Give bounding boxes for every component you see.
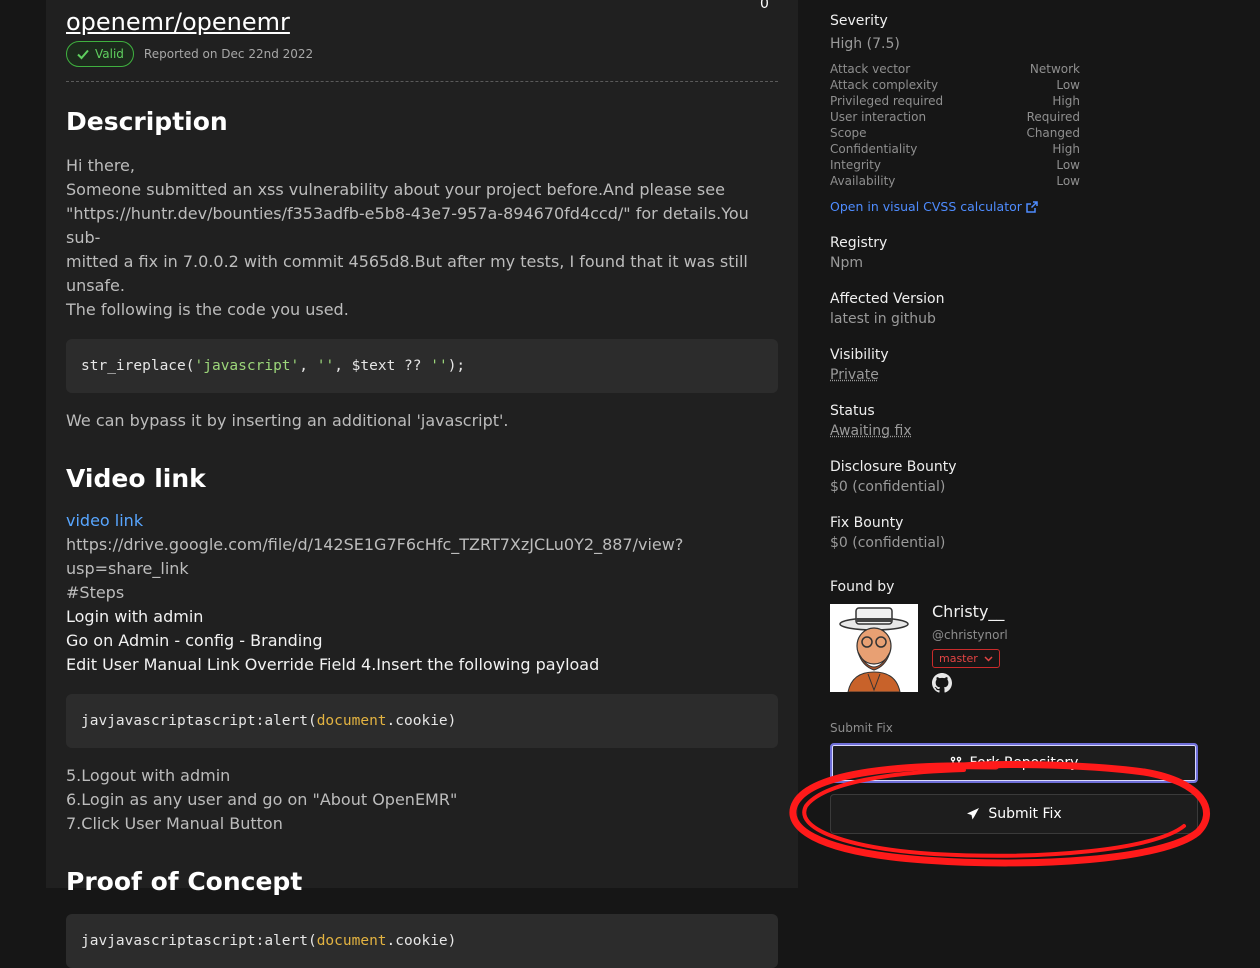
report-main-panel: openemr/openemr 0 Valid Reported on Dec …: [46, 0, 798, 968]
step-item: 6.Login as any user and go on "About Ope…: [66, 790, 458, 809]
version-label: Affected Version: [830, 291, 945, 307]
step-item: Edit User Manual Link Override Field 4.I…: [66, 655, 600, 674]
finder-name[interactable]: Christy__: [932, 602, 1004, 621]
bypass-text: We can bypass it by inserting an additio…: [66, 411, 509, 430]
description-line: "https://huntr.dev/bounties/f353adfb-e5b…: [66, 204, 749, 247]
poc-code-block: javjavascriptascript:alert(document .cook…: [66, 914, 778, 968]
step-item: Login with admin: [66, 607, 204, 626]
description-heading: Description: [66, 107, 228, 136]
cvss-metrics: Attack vector Network Attack complexity Lo…: [830, 61, 1080, 189]
disclosure-bounty-label: Disclosure Bounty: [830, 459, 957, 475]
repo-link[interactable]: openemr/openemr: [66, 6, 290, 38]
step-item: Go on Admin - config - Branding: [66, 631, 323, 650]
video-link[interactable]: video link: [66, 511, 143, 530]
registry-label: Registry: [830, 235, 888, 251]
divider: [66, 81, 778, 82]
status-label: Status: [830, 403, 875, 419]
cvss-calculator-link[interactable]: Open in visual CVSS calculator: [830, 199, 1038, 214]
report-body: Description Hi there, Someone submitted …: [66, 104, 778, 968]
visibility-value[interactable]: Private: [830, 365, 889, 385]
metric-row: Attack complexity Low: [830, 78, 1080, 92]
status-row: Valid Reported on Dec 22nd 2022: [66, 41, 313, 67]
check-icon: [77, 49, 89, 60]
reported-date: Reported on Dec 22nd 2022: [143, 47, 314, 61]
steps-label: #Steps: [66, 583, 125, 602]
status-value[interactable]: Awaiting fix: [830, 421, 912, 441]
description-line: Someone submitted an xss vulnerability a…: [66, 180, 725, 199]
poc-heading: Proof of Concept: [66, 867, 303, 896]
metric-row: User interaction Required: [830, 110, 1080, 124]
chevron-down-icon: [984, 655, 993, 662]
external-link-icon: [1026, 200, 1038, 213]
valid-badge-label: Valid: [95, 47, 124, 61]
step-item: 7.Click User Manual Button: [66, 814, 283, 833]
severity-label: Severity: [830, 13, 888, 29]
metric-row: Privileged required High: [830, 94, 1080, 108]
code-block: str_ireplace('javascript', '', $text ?? …: [66, 339, 778, 393]
description-greeting: Hi there,: [66, 156, 135, 175]
description-line: mitted a fix in 7.0.0.2 with commit 4565…: [66, 252, 748, 295]
avatar[interactable]: [830, 604, 918, 692]
fix-bounty-value: $0 (confidential): [830, 535, 946, 551]
step-item: 5.Logout with admin: [66, 766, 231, 785]
metric-row: Integrity Low: [830, 158, 1080, 172]
corner-count: 0: [760, 0, 769, 12]
finder-rank-badge[interactable]: master: [932, 649, 1000, 668]
disclosure-bounty-value: $0 (confidential): [830, 479, 946, 495]
visibility-label: Visibility: [830, 347, 889, 363]
github-icon[interactable]: [932, 673, 952, 693]
metric-row: Availability Low: [830, 174, 1080, 188]
video-heading: Video link: [66, 464, 206, 493]
registry-value: Npm: [830, 255, 863, 271]
red-annotation-circle: [789, 761, 1210, 867]
submit-section-label: Submit Fix: [830, 721, 893, 735]
version-value: latest in github: [830, 311, 936, 327]
valid-badge: Valid: [66, 41, 134, 67]
finder-handle: @christynorl: [932, 628, 1008, 642]
payload-code-block: javjavascriptascript:alert(document .cook…: [66, 694, 778, 748]
severity-value: High (7.5): [830, 36, 900, 52]
metric-row: Attack vector Network: [830, 62, 1080, 76]
fix-bounty-label: Fix Bounty: [830, 515, 904, 531]
metric-row: Confidentiality High: [830, 142, 1080, 156]
found-by-label: Found by: [830, 579, 895, 595]
description-line: The following is the code you used.: [66, 300, 349, 319]
video-url: https://drive.google.com/file/d/142SE1G7…: [66, 535, 684, 578]
metric-row: Scope Changed: [830, 126, 1080, 140]
